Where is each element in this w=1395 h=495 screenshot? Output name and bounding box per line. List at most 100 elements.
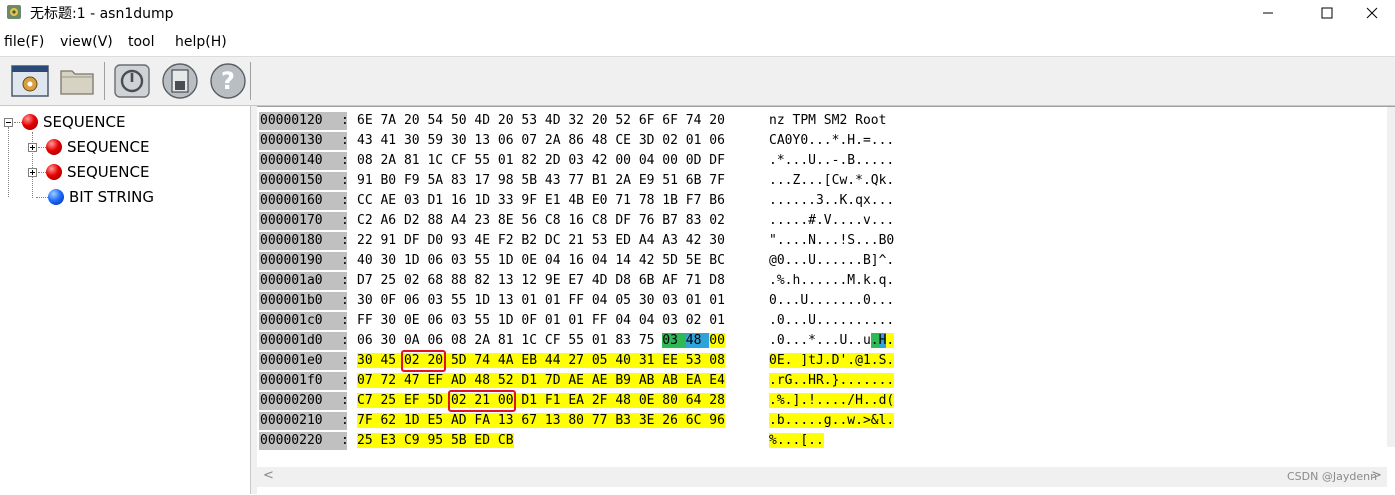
hex-byte[interactable]: 55 bbox=[474, 313, 497, 328]
hex-byte[interactable]: ED bbox=[615, 233, 638, 248]
hex-byte[interactable]: A3 bbox=[662, 233, 685, 248]
tree-node-sequence[interactable]: SEQUENCE bbox=[28, 161, 149, 183]
hex-byte[interactable]: 05 bbox=[591, 353, 616, 368]
hex-byte[interactable]: C7 bbox=[357, 393, 381, 408]
hex-byte[interactable]: 12 bbox=[521, 273, 544, 288]
hex-byte[interactable]: 25 bbox=[380, 393, 404, 408]
hex-byte[interactable]: CB bbox=[497, 433, 514, 448]
hex-byte[interactable]: D0 bbox=[427, 233, 450, 248]
hex-byte[interactable]: 83 bbox=[615, 333, 638, 348]
hex-byte[interactable]: 01 bbox=[709, 293, 725, 308]
hex-byte[interactable]: 48 bbox=[615, 393, 639, 408]
hex-byte[interactable]: 04 bbox=[615, 313, 638, 328]
hex-byte[interactable]: B0 bbox=[380, 173, 403, 188]
hex-byte[interactable]: BC bbox=[709, 253, 725, 268]
hex-byte[interactable]: 01 bbox=[498, 153, 521, 168]
hex-byte[interactable]: 00 bbox=[662, 153, 685, 168]
hex-byte[interactable]: 5D bbox=[450, 353, 475, 368]
hex-byte[interactable]: 06 bbox=[709, 133, 725, 148]
hex-byte[interactable]: 3D bbox=[639, 133, 662, 148]
hex-byte[interactable]: 55 bbox=[474, 253, 497, 268]
hex-byte[interactable]: DF bbox=[709, 153, 725, 168]
hex-byte[interactable]: EE bbox=[662, 353, 686, 368]
hex-row[interactable]: 00000200: C7 25 EF 5D 02 21 00 D1 F1 EA 2… bbox=[257, 392, 1395, 412]
hex-byte[interactable]: AD bbox=[450, 413, 475, 428]
hex-byte[interactable]: 88 bbox=[427, 213, 450, 228]
hex-byte[interactable]: 30 bbox=[639, 293, 662, 308]
hex-byte[interactable]: 1D bbox=[498, 313, 521, 328]
hex-byte[interactable]: 30 bbox=[451, 133, 474, 148]
hex-byte[interactable]: 81 bbox=[498, 333, 521, 348]
hex-byte[interactable]: 06 bbox=[404, 293, 427, 308]
hex-byte[interactable]: D2 bbox=[404, 213, 427, 228]
hex-byte[interactable]: 6E bbox=[357, 113, 380, 128]
expand-icon[interactable] bbox=[28, 142, 37, 152]
hex-byte[interactable]: D1 bbox=[521, 393, 545, 408]
hex-byte[interactable]: 5B bbox=[450, 433, 475, 448]
hex-byte[interactable]: 01 bbox=[686, 133, 709, 148]
hex-byte[interactable]: E7 bbox=[568, 273, 591, 288]
hex-byte[interactable]: D1 bbox=[521, 373, 545, 388]
hex-byte[interactable]: 13 bbox=[498, 273, 521, 288]
hex-row[interactable]: 00000190:40 30 1D 06 03 55 1D 0E 04 16 0… bbox=[257, 252, 1395, 272]
hex-byte[interactable]: 02 bbox=[404, 273, 427, 288]
hex-row[interactable]: 00000140:08 2A 81 1C CF 55 01 82 2D 03 4… bbox=[257, 152, 1395, 172]
hex-byte[interactable]: 42 bbox=[592, 153, 615, 168]
hex-byte[interactable]: A4 bbox=[639, 233, 662, 248]
hex-byte[interactable]: CF bbox=[545, 333, 568, 348]
hex-byte[interactable]: 0E bbox=[638, 393, 663, 408]
hex-row[interactable]: 000001f0:07 72 47 EF AD 48 52 D1 7D AE A… bbox=[257, 372, 1395, 392]
hex-byte[interactable]: AB bbox=[638, 373, 663, 388]
vertical-scrollbar[interactable] bbox=[1387, 107, 1395, 447]
hex-row[interactable]: 00000120:6E 7A 20 54 50 4D 20 53 4D 32 2… bbox=[257, 112, 1395, 132]
hex-byte[interactable]: DF bbox=[615, 213, 638, 228]
hex-byte[interactable]: EF bbox=[403, 393, 428, 408]
hex-byte[interactable]: 6B bbox=[686, 173, 709, 188]
hex-byte[interactable]: 01 bbox=[568, 313, 591, 328]
hex-byte[interactable]: FF bbox=[357, 313, 380, 328]
hex-byte[interactable]: 4E bbox=[474, 233, 497, 248]
hex-byte[interactable]: 7F bbox=[357, 413, 381, 428]
hex-byte[interactable]: EF bbox=[427, 373, 451, 388]
hex-byte[interactable]: 40 bbox=[615, 353, 639, 368]
hex-byte[interactable]: 42 bbox=[639, 253, 662, 268]
hex-byte[interactable]: 91 bbox=[357, 173, 380, 188]
hex-byte[interactable]: 30 bbox=[404, 133, 427, 148]
hex-byte[interactable]: 80 bbox=[568, 413, 592, 428]
hex-byte[interactable]: F2 bbox=[498, 233, 521, 248]
hex-byte[interactable]: 7D bbox=[544, 373, 569, 388]
hex-byte[interactable]: 22 bbox=[357, 233, 380, 248]
hex-byte[interactable]: 06 bbox=[427, 253, 450, 268]
maximize-button[interactable] bbox=[1304, 0, 1350, 26]
menu-help[interactable]: help(H) bbox=[175, 34, 227, 50]
hex-byte[interactable]: 83 bbox=[686, 213, 709, 228]
hex-byte[interactable]: 1D bbox=[498, 253, 521, 268]
hex-byte[interactable]: 76 bbox=[639, 213, 662, 228]
help-button[interactable]: ? bbox=[206, 60, 250, 102]
hex-byte[interactable]: 16 bbox=[451, 193, 474, 208]
hex-byte[interactable]: 53 bbox=[521, 113, 544, 128]
hex-byte[interactable]: 7F bbox=[709, 173, 725, 188]
hex-byte[interactable]: 13 bbox=[544, 413, 569, 428]
hex-byte[interactable]: 32 bbox=[568, 113, 591, 128]
hex-byte[interactable]: 40 bbox=[357, 253, 380, 268]
hex-byte[interactable]: 08 bbox=[709, 353, 725, 368]
hex-byte[interactable]: 81 bbox=[404, 153, 427, 168]
hex-byte[interactable]: 16 bbox=[568, 253, 591, 268]
hex-byte[interactable]: 82 bbox=[521, 153, 544, 168]
hex-byte[interactable]: 4D bbox=[592, 273, 615, 288]
hex-byte[interactable]: E4 bbox=[709, 373, 725, 388]
hex-byte[interactable]: 01 bbox=[521, 293, 544, 308]
hex-byte[interactable]: 20 bbox=[709, 113, 725, 128]
hex-byte[interactable]: 6C bbox=[685, 413, 710, 428]
hex-row[interactable]: 00000160: CC AE 03 D1 16 1D 33 9F E1 4B E… bbox=[257, 192, 1395, 212]
hex-byte[interactable]: 0E bbox=[521, 253, 544, 268]
hex-byte[interactable]: 42 bbox=[686, 233, 709, 248]
hex-byte[interactable]: AD bbox=[450, 373, 475, 388]
hex-byte[interactable]: 95 bbox=[427, 433, 451, 448]
hex-byte[interactable]: 41 bbox=[380, 133, 403, 148]
hex-byte[interactable]: 06 bbox=[427, 313, 450, 328]
hex-byte[interactable]: 98 bbox=[498, 173, 521, 188]
hex-byte[interactable]: 2D bbox=[545, 153, 568, 168]
hex-byte[interactable]: 2A bbox=[545, 133, 568, 148]
